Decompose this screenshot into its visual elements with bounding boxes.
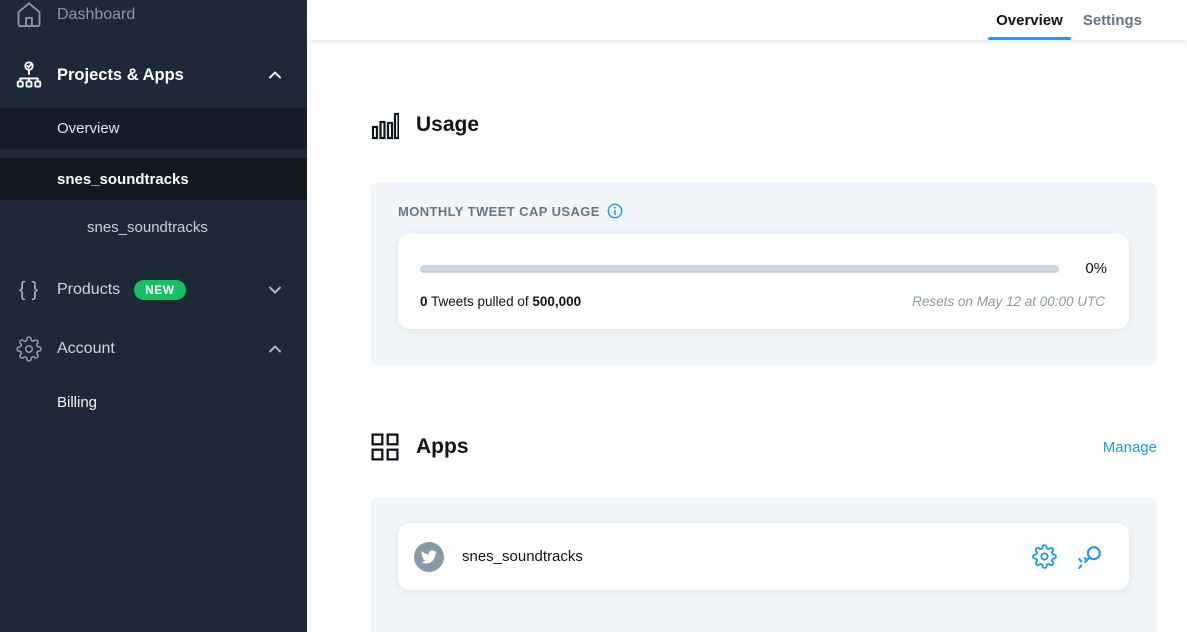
sidebar-item-billing[interactable]: Billing bbox=[0, 380, 307, 424]
apps-list-card: snes_soundtracks bbox=[370, 497, 1157, 632]
sidebar-item-dashboard[interactable]: Dashboard bbox=[0, 0, 307, 37]
info-icon[interactable] bbox=[607, 203, 623, 219]
chevron-up-icon[interactable] bbox=[265, 65, 285, 85]
products-icon: { } bbox=[14, 279, 44, 302]
twitter-icon bbox=[421, 549, 437, 565]
chevron-up-icon[interactable] bbox=[265, 339, 285, 359]
sidebar-item-label: Products bbox=[57, 281, 120, 299]
main-content: Usage MONTHLY TWEET CAP USAGE bbox=[307, 40, 1187, 632]
sidebar: Dashboard Projects & Apps Overview snes_… bbox=[0, 0, 307, 632]
home-icon bbox=[14, 1, 44, 29]
app-keys-key-icon[interactable] bbox=[1076, 544, 1102, 570]
projects-icon bbox=[14, 60, 44, 90]
twitter-app-avatar bbox=[414, 542, 444, 572]
page-tabs: Overview Settings bbox=[307, 0, 1187, 40]
tweets-pulled-text: 0 Tweets pulled of 500,000 bbox=[420, 294, 581, 309]
apps-section-header: Apps Manage bbox=[370, 433, 1157, 461]
tweets-pulled-middle: Tweets pulled of bbox=[428, 294, 533, 309]
usage-progress-card: 0% 0 Tweets pulled of 500,000 Resets on … bbox=[398, 234, 1129, 329]
manage-link[interactable]: Manage bbox=[1103, 439, 1157, 456]
app-name: snes_soundtracks bbox=[462, 548, 583, 565]
apps-grid-icon bbox=[370, 433, 400, 461]
usage-bar-chart-icon bbox=[370, 110, 400, 140]
sidebar-item-label: Account bbox=[57, 340, 115, 358]
main-area: Overview Settings Usage MONTHLY TWEET CA… bbox=[307, 0, 1187, 632]
sidebar-item-label: Dashboard bbox=[57, 6, 135, 24]
sidebar-item-project-snes-soundtracks[interactable]: snes_soundtracks bbox=[0, 158, 307, 200]
sidebar-item-label: snes_soundtracks bbox=[87, 219, 208, 236]
tab-settings[interactable]: Settings bbox=[1081, 0, 1144, 40]
account-gear-icon bbox=[14, 336, 44, 362]
tweet-cap-percent: 0% bbox=[1081, 260, 1107, 277]
sidebar-item-label: Overview bbox=[57, 120, 120, 137]
new-badge: NEW bbox=[134, 280, 186, 300]
resets-date-text: Resets on May 12 at 00:00 UTC bbox=[912, 294, 1105, 309]
chevron-down-icon[interactable] bbox=[265, 280, 285, 300]
sidebar-item-products[interactable]: { } Products NEW bbox=[0, 268, 307, 312]
sidebar-item-account[interactable]: Account bbox=[0, 327, 307, 371]
usage-section-title: Usage bbox=[416, 113, 479, 137]
sidebar-item-label: snes_soundtracks bbox=[57, 171, 189, 188]
sidebar-item-projects-apps[interactable]: Projects & Apps bbox=[0, 53, 307, 97]
usage-section-header: Usage bbox=[370, 110, 1157, 140]
sidebar-item-overview[interactable]: Overview bbox=[0, 108, 307, 149]
app-settings-gear-icon[interactable] bbox=[1032, 544, 1057, 569]
app-row-snes-soundtracks[interactable]: snes_soundtracks bbox=[398, 523, 1129, 590]
sidebar-item-app-snes-soundtracks[interactable]: snes_soundtracks bbox=[0, 205, 307, 249]
apps-section-title: Apps bbox=[416, 435, 469, 459]
tweet-cap-usage-label: MONTHLY TWEET CAP USAGE bbox=[398, 204, 600, 219]
tweets-pulled-count: 0 bbox=[420, 294, 428, 309]
tweets-pulled-total: 500,000 bbox=[532, 294, 581, 309]
tweet-cap-progress-bar bbox=[420, 265, 1059, 273]
sidebar-item-label: Billing bbox=[57, 394, 97, 411]
sidebar-item-label: Projects & Apps bbox=[57, 66, 184, 85]
tweet-cap-usage-card: MONTHLY TWEET CAP USAGE 0% bbox=[370, 182, 1157, 365]
tab-overview[interactable]: Overview bbox=[994, 0, 1065, 40]
